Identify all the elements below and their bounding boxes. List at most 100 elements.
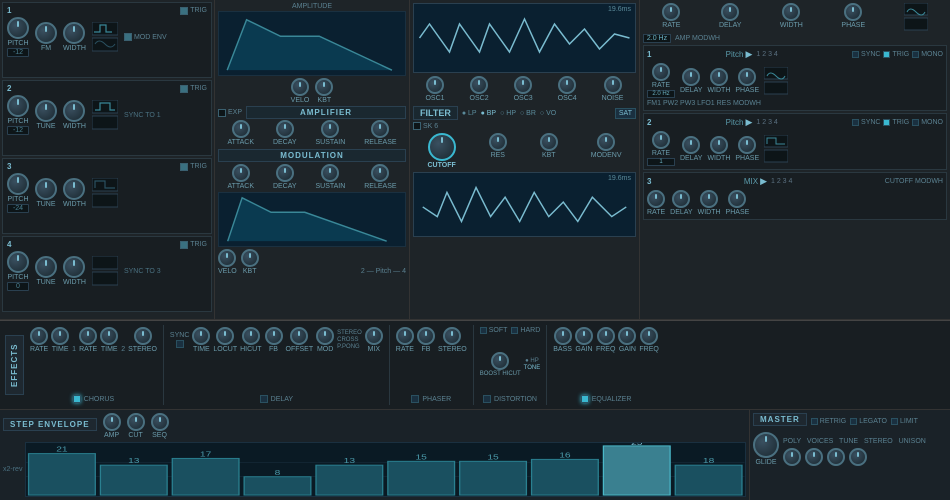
osc3-level-knob[interactable]: OSC3 <box>514 76 533 102</box>
delay-time-knob[interactable]: TIME <box>192 327 210 353</box>
delay-offset-knob[interactable]: OFFSET <box>286 327 314 353</box>
retrig-check[interactable]: RETRIG <box>811 418 846 425</box>
lfo2-phase-knob[interactable]: PHASE <box>735 136 759 162</box>
osc1-level-knob[interactable]: OSC1 <box>425 76 444 102</box>
mod-env-check-1[interactable]: MOD ENV <box>124 33 167 41</box>
release-knob[interactable]: RELEASE <box>364 120 396 146</box>
chorus-on-led[interactable] <box>73 395 81 403</box>
lfo1-wave-selector[interactable] <box>764 67 788 95</box>
mod-sustain-knob[interactable]: SUSTAIN <box>315 164 345 190</box>
lfo3-play-btn[interactable]: ▶ <box>760 176 767 187</box>
lfo1-rate-knob[interactable]: RATE 2.0 Hz <box>647 63 675 98</box>
phaser-fb-knob[interactable]: FB <box>417 327 435 353</box>
delay-hicut-knob[interactable]: HICUT <box>240 327 261 353</box>
master-voices-knob[interactable] <box>783 448 801 466</box>
mod-attack-knob[interactable]: ATTACK <box>227 164 254 190</box>
mod-velo-knob[interactable]: VELO <box>218 249 237 275</box>
eq-freq1-knob[interactable]: FREQ <box>596 327 615 353</box>
decay-knob[interactable]: DECAY <box>273 120 297 146</box>
osc2-waveform-selector[interactable] <box>92 100 118 130</box>
osc4-tune-knob[interactable]: TUNE <box>35 256 57 286</box>
res-knob[interactable]: RES <box>489 133 507 169</box>
boost-hicut-knob[interactable]: BOOST HICUT <box>480 352 521 377</box>
osc3-waveform-selector[interactable] <box>92 178 118 208</box>
osc1-pitch-knob[interactable]: PITCH -12 <box>7 17 29 57</box>
lfo2-rate-knob[interactable]: RATE 1 <box>647 131 675 166</box>
lfo1-mono-check[interactable]: MONO <box>912 51 943 58</box>
master-stereo-knob[interactable] <box>827 448 845 466</box>
lfo2-delay-knob[interactable]: DELAY <box>680 136 702 162</box>
dist-on-led[interactable] <box>483 395 491 403</box>
mod-decay-knob[interactable]: DECAY <box>273 164 297 190</box>
lfo2-trig-check[interactable]: TRIG <box>883 119 909 126</box>
noise-level-knob[interactable]: NOISE <box>602 76 624 102</box>
filter-hp-btn[interactable]: ○ HP <box>499 110 517 117</box>
osc4-width-knob[interactable]: WIDTH <box>63 256 86 286</box>
delay-mod-knob[interactable]: MOD <box>316 327 334 353</box>
amp-velo-knob[interactable]: VELO <box>291 78 310 104</box>
amp-kbt-knob[interactable]: KBT <box>315 78 333 104</box>
lfo3-phase-knob[interactable]: PHASE <box>726 190 750 216</box>
limit-check[interactable]: LIMIT <box>891 418 918 425</box>
lfo1-trig-check[interactable]: TRIG <box>883 51 909 58</box>
osc3-tune-knob[interactable]: TUNE <box>35 178 57 208</box>
phaser-stereo-knob[interactable]: STEREO <box>438 327 467 353</box>
soft-check[interactable]: SOFT <box>480 327 508 334</box>
osc2-tune-knob[interactable]: TUNE <box>35 100 57 130</box>
osc4-waveform-selector[interactable] <box>92 256 118 286</box>
sustain-knob[interactable]: SUSTAIN <box>315 120 345 146</box>
step-seq-knob[interactable]: SEQ <box>151 413 169 439</box>
mod-kbt-knob[interactable]: KBT <box>241 249 259 275</box>
phaser-rate-knob[interactable]: RATE <box>396 327 414 353</box>
lfo2-width-knob[interactable]: WIDTH <box>707 136 730 162</box>
lfo-top-width-knob[interactable]: WIDTH <box>780 3 803 31</box>
chorus-rate1-knob[interactable]: RATE <box>30 327 48 353</box>
eq-gain1-knob[interactable]: GAIN <box>575 327 593 353</box>
osc2-width-knob[interactable]: WIDTH <box>63 100 86 130</box>
lfo3-width-knob[interactable]: WIDTH <box>698 190 721 216</box>
lfo1-phase-knob[interactable]: PHASE <box>735 68 759 94</box>
sk6-check[interactable]: SK 6 <box>413 122 438 130</box>
trig-check-3[interactable]: TRIG <box>180 163 207 171</box>
osc2-level-knob[interactable]: OSC2 <box>470 76 489 102</box>
attack-knob[interactable]: ATTACK <box>227 120 254 146</box>
lfo2-mono-check[interactable]: MONO <box>912 119 943 126</box>
filter-vo-btn[interactable]: ○ VO <box>539 110 557 117</box>
lfo-top-wave-selector[interactable] <box>904 3 928 31</box>
osc1-waveform-selector[interactable] <box>92 22 118 52</box>
filter-modenv-knob[interactable]: MODENV <box>591 133 622 169</box>
lfo-top-phase-knob[interactable]: PHASE <box>841 3 865 31</box>
lfo1-sync-check[interactable]: SYNC <box>852 51 880 58</box>
filter-bp-btn[interactable]: ● BP <box>480 110 498 117</box>
chorus-time2-knob[interactable]: TIME <box>100 327 118 353</box>
lfo-top-delay-knob[interactable]: DELAY <box>719 3 741 31</box>
eq-freq2-knob[interactable]: FREQ <box>639 327 658 353</box>
lfo2-wave-selector[interactable] <box>764 135 788 163</box>
osc4-level-knob[interactable]: OSC4 <box>558 76 577 102</box>
osc1-fm-knob[interactable]: FM <box>35 22 57 52</box>
delay-fb-knob[interactable]: FB <box>265 327 283 353</box>
exp-check[interactable]: EXP <box>218 109 242 117</box>
lfo2-sync-check[interactable]: SYNC <box>852 119 880 126</box>
lfo1-play-btn[interactable]: ▶ <box>745 49 752 60</box>
trig-check-1[interactable]: TRIG <box>180 7 207 15</box>
chorus-time1-knob[interactable]: TIME <box>51 327 69 353</box>
osc1-width-knob[interactable]: WIDTH <box>63 22 86 52</box>
lfo-top-rate-knob[interactable]: RATE <box>662 3 680 31</box>
step-cut-knob[interactable]: CUT <box>127 413 145 439</box>
lfo2-play-btn[interactable]: ▶ <box>745 117 752 128</box>
lfo1-delay-knob[interactable]: DELAY <box>680 68 702 94</box>
filter-br-btn[interactable]: ○ BR <box>519 110 537 117</box>
master-unison-knob[interactable] <box>849 448 867 466</box>
trig-check-4[interactable]: TRIG <box>180 241 207 249</box>
lfo3-delay-knob[interactable]: DELAY <box>670 190 692 216</box>
delay-sync-label[interactable]: SYNC <box>170 332 189 339</box>
osc3-pitch-knob[interactable]: PITCH -24 <box>7 173 29 213</box>
master-glide-knob[interactable]: GLIDE <box>753 432 779 466</box>
eq-bass-knob[interactable]: BASS <box>553 327 572 353</box>
eq-on-led[interactable] <box>581 395 589 403</box>
mod-release-knob[interactable]: RELEASE <box>364 164 396 190</box>
legato-check[interactable]: LEGATO <box>850 418 887 425</box>
filter-kbt-knob[interactable]: KBT <box>540 133 558 169</box>
lfo1-width-knob[interactable]: WIDTH <box>707 68 730 94</box>
